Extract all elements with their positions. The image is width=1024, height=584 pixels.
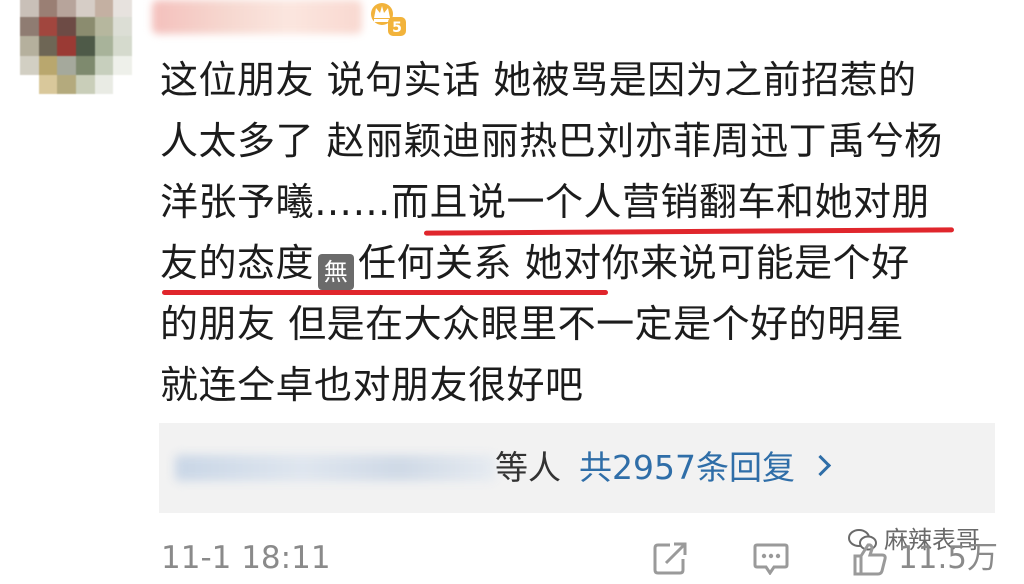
red-underline-mark [162,290,608,295]
comment-line-2: 人太多了 赵丽颖迪丽热巴刘亦菲周迅丁禹兮杨 [160,119,943,163]
comment-line-3: 洋张予曦……而且说一个人营销翻车和她对朋 [160,180,931,224]
like-count: 11.5万 [898,540,999,576]
comment-line-4-start: 友的态度 [160,241,315,285]
emoji-wu-icon: 無 [318,254,355,290]
share-icon[interactable] [652,541,688,575]
reply-count-link[interactable]: 共2957条回复 [579,448,795,487]
comment-line-4-end: 任何关系 她对你来说可能是个好 [358,241,910,285]
comment-line-6: 就连仝卓也对朋友很好吧 [160,363,584,407]
chevron-right-icon [809,454,832,477]
comment-timestamp: 11-1 18:11 [161,540,331,576]
reply-users-blurred [175,455,495,481]
username-blurred[interactable] [152,0,362,34]
replies-summary[interactable]: 等人 共2957条回复 [495,443,832,493]
comment-line-5: 的朋友 但是在大众眼里不一定是个好的明星 [160,302,905,346]
comment-line-4: 友的态度無任何关系 她对你来说可能是个好 [160,233,990,294]
avatar[interactable] [20,0,132,94]
comment-line-1: 这位朋友 说句实话 她被骂是因为之前招惹的 [160,58,917,102]
replies-preview[interactable]: 等人 共2957条回复 [159,423,995,513]
reply-people-label: 等人 [495,448,561,487]
vip-crown-icon: 5 [371,3,406,36]
svg-text:5: 5 [392,20,402,36]
comment-icon[interactable] [752,541,790,575]
like-icon[interactable] [852,541,888,577]
